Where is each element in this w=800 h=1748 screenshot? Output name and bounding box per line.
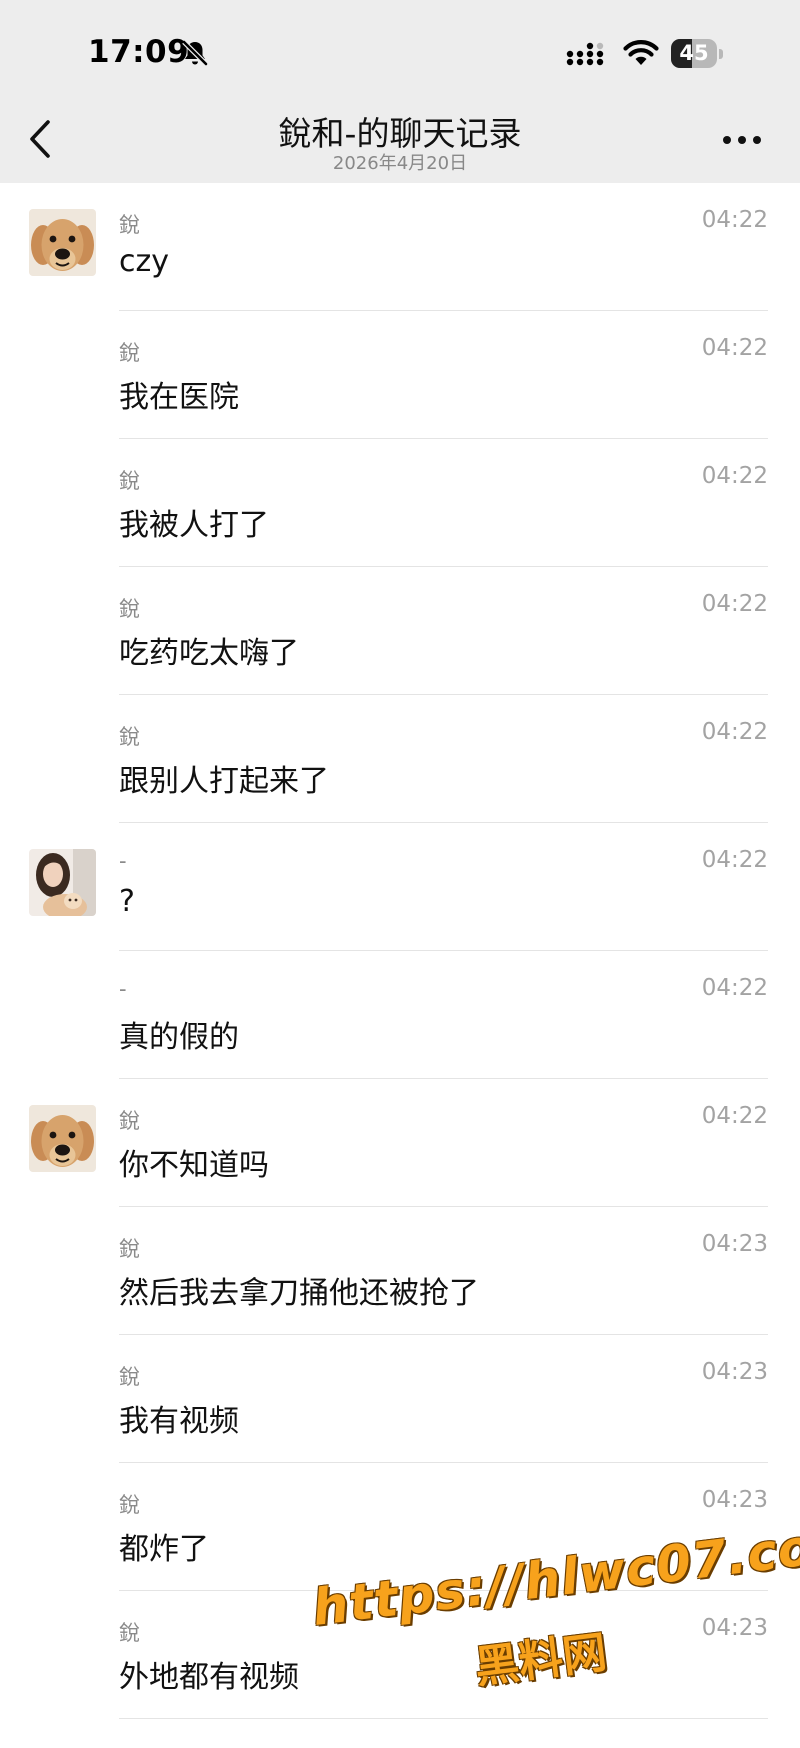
sender-name: 銳 bbox=[119, 1493, 140, 1517]
sender-name: 銳 bbox=[119, 341, 140, 365]
sender-name: 銳 bbox=[119, 469, 140, 493]
message-text: 你不知道吗 bbox=[119, 1148, 269, 1183]
message-text: czy bbox=[119, 244, 169, 279]
message-row[interactable]: 銳 04:22 我被人打了 bbox=[0, 439, 800, 567]
avatar[interactable] bbox=[29, 849, 96, 916]
message-text: 我被人打了 bbox=[119, 508, 269, 543]
more-button[interactable] bbox=[720, 122, 764, 158]
message-time: 04:23 bbox=[701, 1359, 768, 1385]
message-time: 04:22 bbox=[701, 975, 768, 1001]
sender-name: 銳 bbox=[119, 1237, 140, 1261]
message-row[interactable]: - 04:22? bbox=[0, 823, 800, 951]
back-button[interactable] bbox=[24, 116, 60, 162]
cellular-signal-icon bbox=[566, 42, 604, 66]
avatar[interactable] bbox=[29, 209, 96, 276]
sender-name: 銳 bbox=[119, 725, 140, 749]
message-text: 我有视频 bbox=[119, 1404, 239, 1439]
chevron-left-icon bbox=[30, 120, 50, 158]
message-time: 04:23 bbox=[701, 1487, 768, 1513]
message-text: 吃药吃太嗨了 bbox=[119, 636, 299, 671]
message-text: 然后我去拿刀捅他还被抢了 bbox=[119, 1276, 479, 1311]
message-time: 04:22 bbox=[701, 847, 768, 873]
message-time: 04:22 bbox=[701, 591, 768, 617]
message-row[interactable]: 銳 04:22 我在医院 bbox=[0, 311, 800, 439]
battery-icon: 45 bbox=[671, 39, 723, 68]
message-text: 真的假的 bbox=[119, 1020, 239, 1055]
message-time: 04:22 bbox=[701, 207, 768, 233]
sender-name: - bbox=[119, 849, 127, 873]
divider bbox=[119, 1718, 768, 1719]
message-time: 04:22 bbox=[701, 463, 768, 489]
message-row[interactable]: 銳 04:22 你不知道吗 bbox=[0, 1079, 800, 1207]
message-text: 都炸了 bbox=[119, 1532, 209, 1567]
battery-cap bbox=[719, 49, 723, 59]
message-row[interactable]: 銳 04:22 czy bbox=[0, 183, 800, 311]
message-row[interactable]: 銳 04:23 外地都有视频 bbox=[0, 1591, 800, 1719]
message-row[interactable]: 銳 04:22 吃药吃太嗨了 bbox=[0, 567, 800, 695]
sender-name: 銳 bbox=[119, 1621, 140, 1645]
message-time: 04:23 bbox=[701, 1615, 768, 1641]
message-row[interactable]: 銳 04:22 跟别人打起来了 bbox=[0, 695, 800, 823]
top-chrome: 17:09 45 銳和-的聊天记录 2026年4月20日 bbox=[0, 0, 800, 183]
sender-name: - bbox=[119, 977, 127, 1001]
battery-level: 45 bbox=[679, 41, 709, 65]
message-row[interactable]: 銳 04:23 我有视频 bbox=[0, 1335, 800, 1463]
sender-name: 銳 bbox=[119, 1365, 140, 1389]
message-row[interactable]: - 04:22 真的假的 bbox=[0, 951, 800, 1079]
page-title: 銳和-的聊天记录 bbox=[278, 114, 522, 153]
status-time: 17:09 bbox=[88, 34, 190, 70]
message-text: ? bbox=[119, 884, 135, 919]
more-dots-icon bbox=[723, 136, 761, 144]
sender-name: 銳 bbox=[119, 213, 140, 237]
message-row[interactable]: 銳 04:23 然后我去拿刀捅他还被抢了 bbox=[0, 1207, 800, 1335]
message-text: 我在医院 bbox=[119, 380, 239, 415]
message-row[interactable]: 銳 04:23 都炸了 bbox=[0, 1463, 800, 1591]
sender-name: 銳 bbox=[119, 597, 140, 621]
message-text: 跟别人打起来了 bbox=[119, 764, 329, 799]
page-subtitle: 2026年4月20日 bbox=[332, 153, 468, 174]
message-time: 04:22 bbox=[701, 1103, 768, 1129]
wifi-icon bbox=[623, 40, 659, 65]
avatar[interactable] bbox=[29, 1105, 96, 1172]
message-time: 04:22 bbox=[701, 719, 768, 745]
bell-slash-icon bbox=[182, 40, 208, 66]
message-list[interactable]: 銳 04:22 czy 銳 04:22 我在医院銳 04:22 我被人打了銳 04:22 吃药吃太… bbox=[0, 183, 800, 1735]
message-text: 外地都有视频 bbox=[119, 1660, 299, 1695]
message-time: 04:22 bbox=[701, 335, 768, 361]
sender-name: 銳 bbox=[119, 1109, 140, 1133]
battery-body: 45 bbox=[671, 39, 717, 68]
message-time: 04:23 bbox=[701, 1231, 768, 1257]
